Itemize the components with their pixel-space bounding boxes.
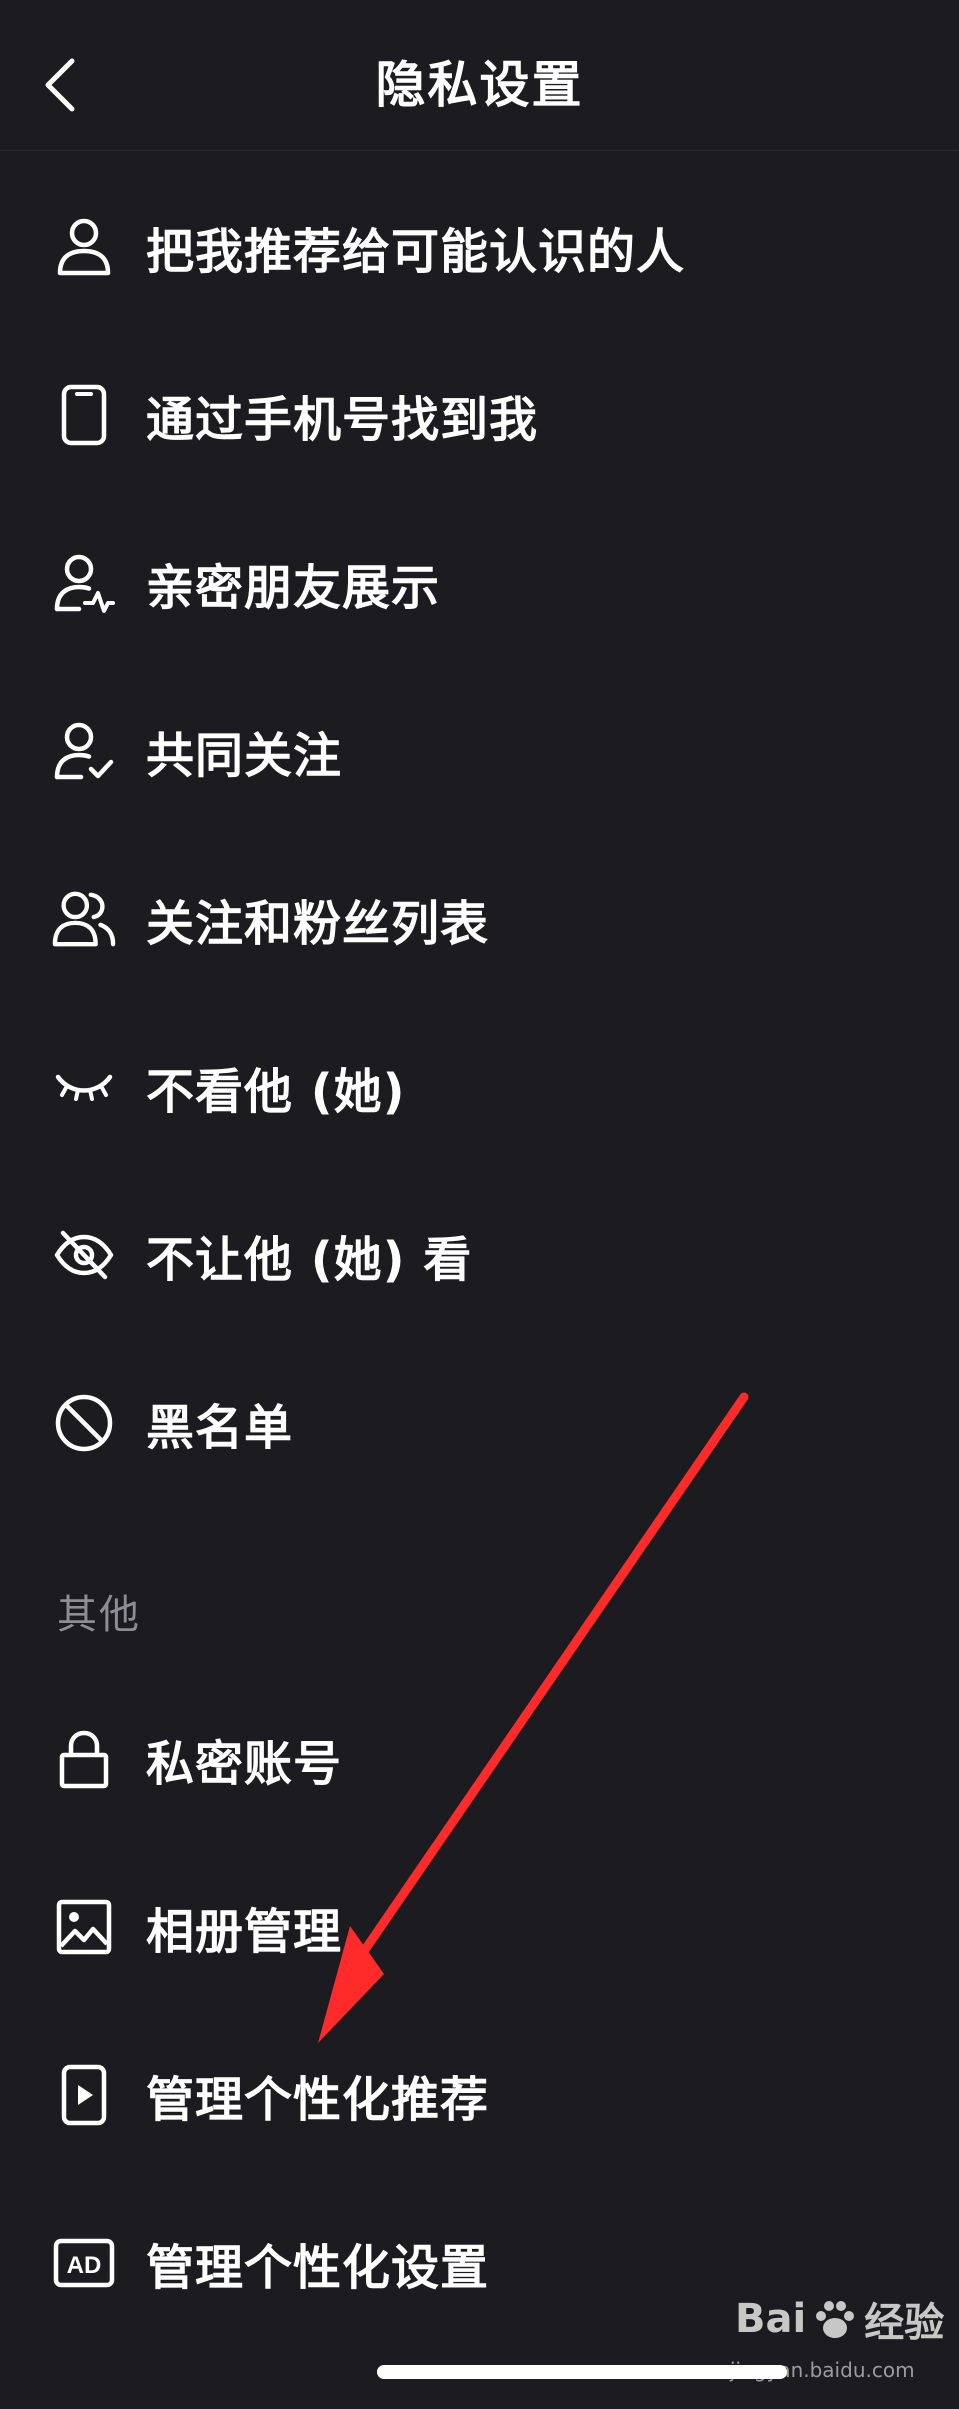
watermark-brand-left: Bai xyxy=(735,2296,807,2342)
watermark-brand-right: 经验 xyxy=(864,2300,945,2346)
item-label: 相册管理 xyxy=(146,1904,343,1960)
item-dont-see[interactable]: 不看他 (她) xyxy=(0,1003,959,1171)
item-close-friends[interactable]: 亲密朋友展示 xyxy=(0,499,959,667)
item-label: 共同关注 xyxy=(146,728,343,784)
baidu-watermark: Bai 经验 xyxy=(735,2290,944,2348)
item-find-by-phone[interactable]: 通过手机号找到我 xyxy=(0,331,959,499)
item-personalized-recommend[interactable]: 管理个性化推荐 xyxy=(0,2011,959,2179)
phone-icon xyxy=(52,383,116,447)
item-follow-fans-list[interactable]: 关注和粉丝列表 xyxy=(0,835,959,1003)
people-icon xyxy=(52,887,116,951)
lock-icon xyxy=(52,1727,116,1791)
eye-off-icon xyxy=(52,1223,116,1287)
item-label: 私密账号 xyxy=(146,1736,343,1792)
section-title-other: 其他 xyxy=(57,1592,141,1638)
closed-eye-icon xyxy=(52,1055,116,1119)
phone-play-icon xyxy=(52,2063,116,2127)
person-check-icon xyxy=(52,719,116,783)
block-icon xyxy=(52,1391,116,1455)
item-label: 关注和粉丝列表 xyxy=(146,896,490,952)
item-recommend-to-known[interactable]: 把我推荐给可能认识的人 xyxy=(0,163,959,331)
item-album-manage[interactable]: 相册管理 xyxy=(0,1843,959,2011)
item-label: 不让他 (她) 看 xyxy=(146,1232,473,1288)
person-heartbeat-icon xyxy=(52,551,116,615)
paw-icon xyxy=(816,2301,855,2338)
item-label: 黑名单 xyxy=(146,1400,294,1456)
item-label: 亲密朋友展示 xyxy=(146,560,441,616)
item-label: 不看他 (她) xyxy=(146,1064,406,1120)
image-icon xyxy=(52,1895,116,1959)
item-label: 通过手机号找到我 xyxy=(146,392,539,448)
ad-icon-text: AD xyxy=(67,2252,102,2279)
item-label: 管理个性化推荐 xyxy=(146,2072,490,2128)
person-icon xyxy=(52,215,116,279)
item-dont-let-see[interactable]: 不让他 (她) 看 xyxy=(0,1171,959,1339)
page-title: 隐私设置 xyxy=(375,56,584,114)
item-private-account[interactable]: 私密账号 xyxy=(0,1675,959,1843)
home-indicator[interactable] xyxy=(377,2365,787,2379)
item-mutual-follow[interactable]: 共同关注 xyxy=(0,667,959,835)
item-label: 管理个性化设置 xyxy=(146,2240,490,2296)
ad-icon: AD xyxy=(52,2231,116,2295)
item-label: 把我推荐给可能认识的人 xyxy=(146,224,686,280)
header-bar: 隐私设置 xyxy=(0,0,959,151)
item-blacklist[interactable]: 黑名单 xyxy=(0,1339,959,1507)
